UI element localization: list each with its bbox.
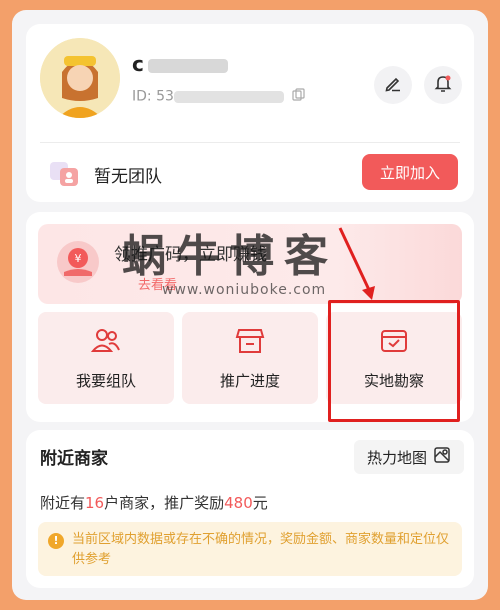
annotation-highlight-box	[328, 300, 460, 422]
profile-card: c ID: 53 暂无团队 立即加入	[26, 24, 474, 202]
nearby-card: 附近商家 热力地图 附近有16户商家，推广奖励480元 ! 当前区域内数据或存在…	[26, 430, 474, 588]
merchant-count: 16	[85, 494, 105, 512]
map-icon	[433, 446, 451, 468]
profile-divider	[40, 142, 460, 143]
reward-amount: 480	[224, 494, 253, 512]
summary-pre: 附近有	[40, 494, 86, 512]
notification-button[interactable]	[424, 66, 462, 104]
tile-label: 我要组队	[75, 371, 136, 390]
svg-text:¥: ¥	[75, 252, 82, 265]
watermark-text: 蜗牛博客	[122, 231, 338, 282]
tile-promotion-progress[interactable]: 推广进度	[182, 312, 318, 404]
notice-text: 当前区域内数据或存在不确的情况，奖励金额、商家数量和定位仅供参考	[72, 532, 450, 567]
edit-button[interactable]	[374, 66, 412, 104]
join-team-button[interactable]: 立即加入	[362, 154, 458, 190]
tile-label: 推广进度	[219, 371, 280, 390]
tile-form-team[interactable]: 我要组队	[38, 312, 174, 404]
heatmap-button[interactable]: 热力地图	[354, 440, 464, 474]
username: c	[132, 52, 228, 76]
shop-store-icon	[235, 326, 265, 360]
team-status: 暂无团队	[94, 167, 162, 187]
edit-pen-icon	[383, 73, 403, 97]
nearby-title: 附近商家	[40, 449, 108, 469]
username-text: c	[132, 52, 144, 76]
nearby-summary: 附近有16户商家，推广奖励480元	[40, 492, 268, 513]
user-id-mask	[173, 90, 284, 103]
summary-mid: 户商家，推广奖励	[104, 494, 225, 512]
annotation-arrow-icon	[338, 227, 375, 300]
bell-icon	[433, 73, 453, 97]
app-frame: c ID: 53 暂无团队 立即加入 ¥ 领推广码，立即赚钱 去看看 我要组队 …	[12, 10, 488, 600]
data-notice: ! 当前区域内数据或存在不确的情况，奖励金额、商家数量和定位仅供参考	[38, 522, 462, 576]
heatmap-label: 热力地图	[366, 448, 427, 467]
team-people-icon	[90, 326, 121, 360]
avatar[interactable]	[40, 38, 120, 118]
warning-icon: !	[48, 533, 64, 549]
watermark-url: www.woniuboke.com	[162, 282, 327, 298]
coin-hand-icon: ¥	[56, 240, 100, 284]
user-id: ID: 53	[132, 88, 305, 105]
copy-icon[interactable]	[292, 88, 305, 105]
summary-post: 元	[252, 494, 268, 512]
team-icon	[48, 156, 82, 190]
user-id-prefix: ID: 53	[132, 88, 174, 105]
username-mask	[147, 58, 228, 73]
